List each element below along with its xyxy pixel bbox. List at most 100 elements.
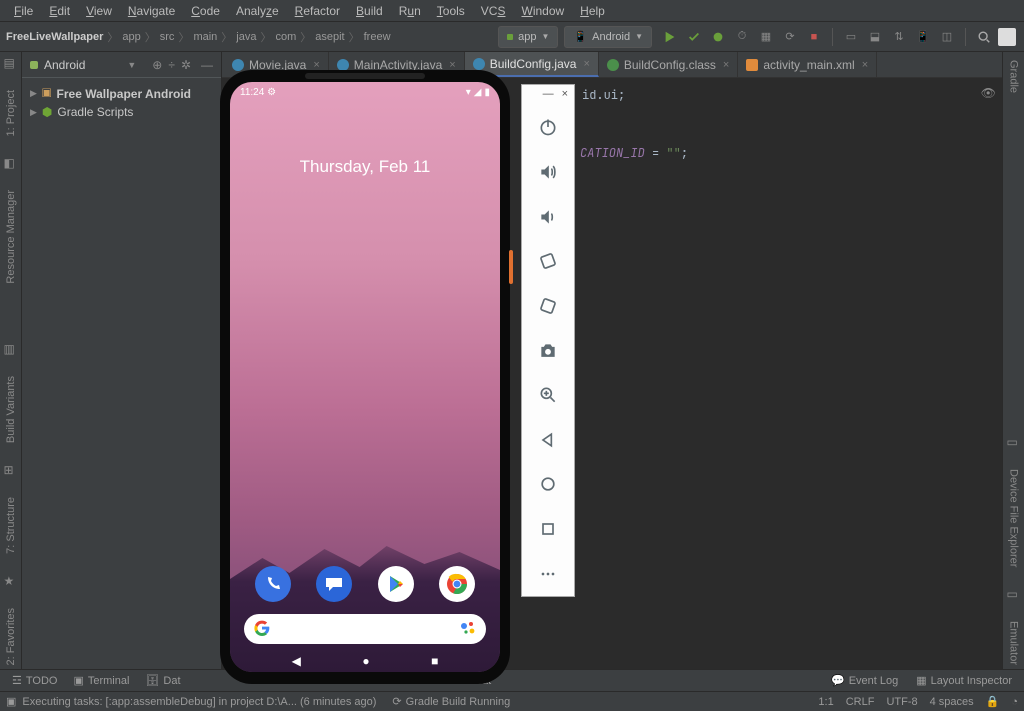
structure-tab[interactable]: 7: Structure bbox=[5, 493, 17, 558]
messages-app-icon[interactable] bbox=[316, 566, 352, 602]
tab-activity-main-xml[interactable]: activity_main.xml× bbox=[738, 52, 877, 77]
play-store-icon[interactable] bbox=[378, 566, 414, 602]
status-inspector-icon[interactable]: ◔ bbox=[1011, 696, 1018, 708]
database-tab[interactable]: 🗄Dat bbox=[139, 674, 186, 687]
resource-manager-tab[interactable]: Resource Manager bbox=[5, 186, 17, 288]
crumb-6[interactable]: asepit bbox=[315, 31, 344, 43]
project-tool-icon[interactable]: ▤ bbox=[4, 56, 18, 70]
close-icon[interactable]: × bbox=[862, 59, 868, 71]
profiler-button[interactable]: ⏱ bbox=[732, 27, 752, 47]
menu-build[interactable]: Build bbox=[348, 2, 391, 20]
run-button[interactable] bbox=[660, 27, 680, 47]
device-manager-button[interactable]: 📱 bbox=[913, 27, 933, 47]
menu-file[interactable]: File bbox=[6, 2, 41, 20]
crumb-4[interactable]: java bbox=[236, 31, 256, 43]
coverage-button[interactable]: ▦ bbox=[756, 27, 776, 47]
close-button[interactable]: × bbox=[562, 88, 568, 102]
close-icon[interactable]: × bbox=[723, 59, 729, 71]
menu-analyze[interactable]: Analyze bbox=[228, 2, 287, 20]
phone-screen[interactable]: 11:24 ⚙ ▾◢▮ Thursday, Feb 11 ◀ ● ■ bbox=[230, 82, 500, 672]
minimize-button[interactable]: — bbox=[543, 88, 554, 102]
debug-button[interactable] bbox=[708, 27, 728, 47]
structure-icon[interactable]: ⊞ bbox=[4, 463, 18, 477]
tree-gradle-node[interactable]: ▶ ⬢ Gradle Scripts bbox=[26, 103, 217, 121]
menu-help[interactable]: Help bbox=[572, 2, 613, 20]
tree-root-node[interactable]: ▶ 🞕 Free Wallpaper Android bbox=[26, 84, 217, 103]
stop-button[interactable]: ■ bbox=[804, 27, 824, 47]
attach-debugger-button[interactable]: ⟳ bbox=[780, 27, 800, 47]
chrome-icon[interactable] bbox=[439, 566, 475, 602]
menu-vcs[interactable]: VCS bbox=[473, 2, 514, 20]
close-icon[interactable]: × bbox=[313, 59, 319, 71]
emulator-tab[interactable]: Emulator bbox=[1008, 617, 1020, 669]
close-icon[interactable]: × bbox=[583, 58, 589, 70]
layout-inspector-tab[interactable]: ▦Layout Inspector bbox=[910, 674, 1018, 687]
sdk-manager-button[interactable]: ⬓ bbox=[865, 27, 885, 47]
reader-mode-icon[interactable]: 👁 bbox=[981, 84, 996, 102]
build-variants-tab[interactable]: Build Variants bbox=[5, 372, 17, 447]
rotate-right-button[interactable] bbox=[522, 284, 574, 329]
crumb-1[interactable]: app bbox=[122, 31, 140, 43]
crumb-7[interactable]: freew bbox=[364, 31, 391, 43]
google-search-bar[interactable] bbox=[244, 614, 486, 644]
back-button[interactable]: ◀ bbox=[292, 654, 301, 668]
rotate-left-button[interactable] bbox=[522, 239, 574, 284]
status-pos[interactable]: 1:1 bbox=[818, 696, 833, 708]
screenshot-button[interactable] bbox=[522, 328, 574, 373]
emulator-icon[interactable]: ▭ bbox=[1007, 587, 1021, 601]
emulator-window[interactable]: 11:24 ⚙ ▾◢▮ Thursday, Feb 11 ◀ ● ■ bbox=[220, 70, 510, 692]
menu-view[interactable]: View bbox=[78, 2, 120, 20]
assistant-icon[interactable] bbox=[460, 620, 476, 639]
build-variants-icon[interactable]: ▥ bbox=[4, 342, 18, 356]
home-button[interactable]: ● bbox=[362, 654, 369, 668]
more-button[interactable] bbox=[522, 551, 574, 596]
device-selector[interactable]: 📱 Android ▼ bbox=[564, 26, 652, 48]
nav-back-button[interactable] bbox=[522, 417, 574, 462]
status-indent[interactable]: 4 spaces bbox=[930, 696, 974, 708]
status-line-sep[interactable]: CRLF bbox=[846, 696, 875, 708]
menu-run[interactable]: Run bbox=[391, 2, 429, 20]
project-tree-header[interactable]: Android ▼ ⊕ ÷ ✲ — bbox=[22, 52, 221, 78]
close-icon[interactable]: × bbox=[449, 59, 455, 71]
app-inspection-button[interactable]: ◫ bbox=[937, 27, 957, 47]
volume-down-button[interactable] bbox=[522, 194, 574, 239]
crumb-5[interactable]: com bbox=[275, 31, 296, 43]
menu-edit[interactable]: Edit bbox=[41, 2, 78, 20]
search-button[interactable] bbox=[974, 27, 994, 47]
crumb-2[interactable]: src bbox=[160, 31, 175, 43]
crumb-root[interactable]: FreeLiveWallpaper bbox=[6, 31, 103, 43]
status-encoding[interactable]: UTF-8 bbox=[886, 696, 917, 708]
menu-refactor[interactable]: Refactor bbox=[287, 2, 348, 20]
emulator-toolbar[interactable]: — × bbox=[521, 84, 575, 597]
zoom-button[interactable] bbox=[522, 373, 574, 418]
device-explorer-icon[interactable]: ▭ bbox=[1007, 435, 1021, 449]
menu-code[interactable]: Code bbox=[183, 2, 228, 20]
avd-manager-button[interactable]: ▭ bbox=[841, 27, 861, 47]
event-log-tab[interactable]: 💬Event Log bbox=[825, 674, 904, 687]
project-tab[interactable]: 1: Project bbox=[5, 86, 17, 140]
phone-app-icon[interactable] bbox=[255, 566, 291, 602]
resource-mgr-icon[interactable]: ◧ bbox=[4, 156, 18, 170]
menu-window[interactable]: Window bbox=[513, 2, 572, 20]
overview-button[interactable]: ■ bbox=[431, 654, 438, 668]
menu-tools[interactable]: Tools bbox=[429, 2, 473, 20]
nav-home-button[interactable] bbox=[522, 462, 574, 507]
menu-navigate[interactable]: Navigate bbox=[120, 2, 183, 20]
apply-changes-button[interactable] bbox=[684, 27, 704, 47]
phone-side-button[interactable] bbox=[509, 250, 513, 284]
device-explorer-tab[interactable]: Device File Explorer bbox=[1008, 465, 1020, 571]
volume-up-button[interactable] bbox=[522, 150, 574, 195]
favorites-tab[interactable]: 2: Favorites bbox=[5, 604, 17, 669]
favorites-icon[interactable]: ★ bbox=[4, 574, 18, 588]
nav-overview-button[interactable] bbox=[522, 507, 574, 552]
run-config-selector[interactable]: app ▼ bbox=[498, 26, 558, 48]
power-button[interactable] bbox=[522, 105, 574, 150]
user-profile-button[interactable] bbox=[998, 28, 1016, 46]
sync-button[interactable]: ⇅ bbox=[889, 27, 909, 47]
todo-tab[interactable]: ☲TODO bbox=[6, 674, 63, 687]
terminal-tab[interactable]: ▣Terminal bbox=[67, 674, 135, 687]
crumb-3[interactable]: main bbox=[193, 31, 217, 43]
tab-buildconfig-class[interactable]: BuildConfig.class× bbox=[599, 52, 738, 77]
status-readonly-icon[interactable]: 🔒 bbox=[986, 695, 1000, 708]
gradle-tab[interactable]: Gradle bbox=[1008, 56, 1020, 97]
